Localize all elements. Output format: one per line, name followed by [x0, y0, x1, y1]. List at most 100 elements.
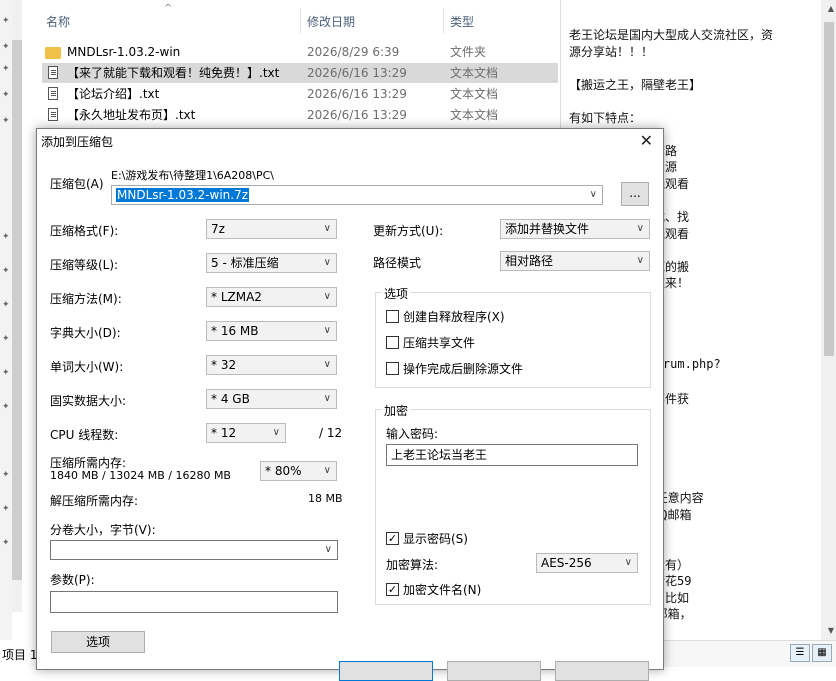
cpu-value: * 12 [211, 426, 237, 440]
pin-icon: ✦ [2, 402, 10, 412]
options-button[interactable]: 选项 [51, 631, 145, 653]
mem-compress-value: 1840 MB / 13024 MB / 16280 MB [50, 469, 231, 482]
solid-value: * 4 GB [211, 392, 250, 406]
add-to-archive-dialog: 添加到压缩包 ✕ 压缩包(A) E:\游戏发布\待整理1\6A208\PC\ M… [36, 128, 664, 681]
column-header-type[interactable]: 类型 [450, 11, 474, 33]
update-select[interactable]: 添加并替换文件 ∨ [500, 219, 650, 239]
show-password-label[interactable]: 显示密码(S) [403, 530, 468, 547]
column-header-name[interactable]: 名称 [46, 11, 70, 33]
quick-access-pins: ✦ ✦ ✦ ✦ ✦ ✦ ✦ ✦ ✦ ✦ ✦ ✦ ✦ ✦ [0, 0, 12, 666]
text-file-icon [48, 108, 58, 121]
chevron-down-icon: ∨ [323, 465, 331, 476]
format-value: 7z [211, 222, 225, 236]
archive-name-combobox[interactable]: MNDLsr-1.03.2-win.7z ∨ [111, 185, 603, 205]
encrypt-names-checkbox[interactable]: ✓ [386, 583, 399, 596]
file-name: 【来了就能下载和观看！纯免费！】.txt [67, 66, 280, 80]
sfx-checkbox[interactable] [386, 310, 399, 323]
level-value: 5 - 标准压缩 [211, 256, 279, 270]
encrypt-names-label[interactable]: 加密文件名(N) [403, 581, 481, 598]
sfx-label[interactable]: 创建自释放程序(X) [403, 308, 505, 325]
delete-source-checkbox[interactable] [386, 362, 399, 375]
folder-icon [45, 47, 61, 59]
volume-label: 分卷大小，字节(V): [50, 523, 156, 537]
mem-decompress-value: 18 MB [308, 492, 343, 505]
params-input[interactable] [50, 591, 338, 613]
cpu-select[interactable]: * 12 ∨ [206, 423, 286, 443]
navigation-scrollbar-thumb[interactable] [12, 40, 22, 580]
file-row-selected[interactable]: 【来了就能下载和观看！纯免费！】.txt 2026/6/16 13:29 文本文… [42, 63, 558, 83]
cancel-button[interactable] [447, 661, 541, 681]
solid-select[interactable]: * 4 GB ∨ [206, 389, 337, 409]
chevron-down-icon: ∨ [323, 393, 331, 404]
params-label: 参数(P): [50, 573, 95, 587]
file-type: 文本文档 [450, 66, 499, 80]
word-value: * 32 [211, 358, 237, 372]
mem-percent-select[interactable]: * 80% ∨ [260, 461, 337, 481]
editor-scrollbar-thumb[interactable] [824, 22, 834, 356]
pin-icon: ✦ [2, 90, 10, 100]
shared-files-checkbox[interactable] [386, 336, 399, 349]
file-type: 文本文档 [450, 87, 499, 101]
pin-icon: ✦ [2, 42, 10, 52]
format-select[interactable]: 7z ∨ [206, 219, 337, 239]
chevron-down-icon: ∨ [323, 257, 331, 268]
encryption-group: 加密 输入密码: 上老王论坛当老王 ✓ 显示密码(S) 加密算法: AES-25… [375, 402, 651, 605]
pin-icon: ✦ [2, 300, 10, 310]
shared-files-label[interactable]: 压缩共享文件 [403, 334, 475, 351]
pin-icon: ✦ [2, 116, 10, 126]
pin-icon: ✦ [2, 334, 10, 344]
file-name: 【论坛介绍】.txt [67, 87, 160, 101]
archive-path: E:\游戏发布\待整理1\6A208\PC\ [111, 169, 275, 182]
column-divider[interactable] [300, 8, 301, 34]
format-label: 压缩格式(F): [50, 224, 119, 238]
word-select[interactable]: * 32 ∨ [206, 355, 337, 375]
pin-icon: ✦ [2, 368, 10, 378]
help-button[interactable] [555, 661, 649, 681]
chevron-down-icon[interactable]: ∨ [325, 541, 332, 559]
level-select[interactable]: 5 - 标准压缩 ∨ [206, 253, 337, 273]
password-input[interactable]: 上老王论坛当老王 [386, 444, 638, 466]
archive-label: 压缩包(A) [50, 177, 104, 191]
encrypt-method-label: 加密算法: [386, 558, 439, 572]
editor-scrollbar[interactable]: ▲ ▼ [821, 0, 836, 640]
column-divider[interactable] [443, 8, 444, 34]
tiles-view-icon[interactable]: ▦ [812, 644, 832, 662]
editor-line: 【搬运之王，隔壁老王】 [569, 77, 702, 92]
delete-source-label[interactable]: 操作完成后删除源文件 [403, 360, 523, 377]
file-date: 2026/6/16 13:29 [307, 87, 407, 101]
text-file-icon [48, 66, 58, 79]
chevron-down-icon: ∨ [636, 223, 644, 234]
chevron-down-icon: ∨ [636, 255, 644, 266]
volume-combobox[interactable]: ∨ [50, 540, 338, 560]
scroll-up-icon[interactable]: ▲ [828, 4, 834, 13]
column-header-date[interactable]: 修改日期 [307, 11, 355, 33]
editor-line: 源分享站！！！ [569, 44, 654, 59]
editor-line: 有如下特点： [569, 110, 642, 125]
details-view-icon[interactable]: ☰ [790, 644, 810, 662]
close-icon[interactable]: ✕ [640, 131, 653, 150]
show-password-checkbox[interactable]: ✓ [386, 532, 399, 545]
editor-line: 老王论坛是国内大型成人交流社区，资 [569, 28, 774, 42]
path-mode-value: 相对路径 [505, 254, 554, 268]
file-row[interactable]: 【永久地址发布页】.txt 2026/6/16 13:29 文本文档 [42, 105, 558, 125]
scroll-down-icon[interactable]: ▼ [828, 626, 834, 635]
chevron-down-icon: ∨ [323, 325, 331, 336]
browse-button[interactable]: ... [621, 182, 649, 206]
path-mode-select[interactable]: 相对路径 ∨ [500, 251, 650, 271]
pin-icon: ✦ [2, 504, 10, 514]
chevron-down-icon[interactable]: ∨ [590, 186, 597, 204]
chevron-down-icon: ∨ [323, 359, 331, 370]
file-date: 2026/6/16 13:29 [307, 66, 407, 80]
dict-select[interactable]: * 16 MB ∨ [206, 321, 337, 341]
file-row[interactable]: MNDLsr-1.03.2-win 2026/8/29 6:39 文件夹 [42, 42, 558, 62]
file-row[interactable]: 【论坛介绍】.txt 2026/6/16 13:29 文本文档 [42, 84, 558, 104]
method-value: * LZMA2 [211, 290, 262, 304]
text-file-icon [48, 87, 58, 100]
pin-icon: ✦ [2, 266, 10, 276]
encrypt-method-select[interactable]: AES-256 ∨ [536, 553, 638, 573]
method-select[interactable]: * LZMA2 ∨ [206, 287, 337, 307]
pin-icon: ✦ [2, 232, 10, 242]
ok-button[interactable] [339, 661, 433, 681]
file-name: MNDLsr-1.03.2-win [67, 45, 181, 59]
pin-icon: ✦ [2, 538, 10, 548]
